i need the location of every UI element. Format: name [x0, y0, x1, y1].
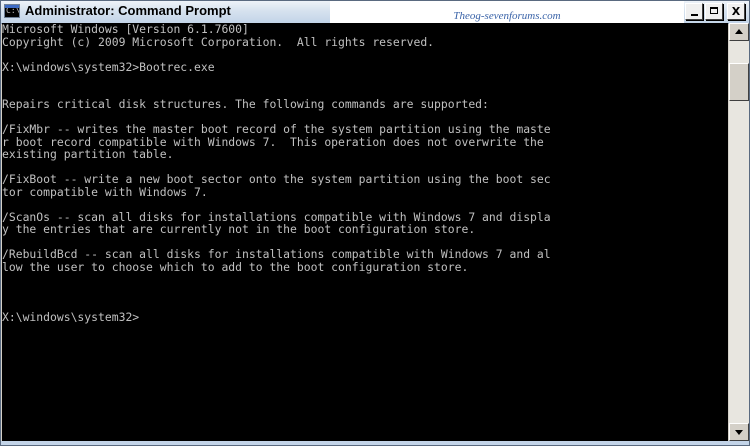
console-line: y the entries that are currently not in … — [2, 222, 476, 236]
scroll-up-button[interactable] — [729, 23, 749, 41]
scroll-thumb[interactable] — [729, 63, 749, 101]
console-line: Repairs critical disk structures. The fo… — [2, 97, 489, 111]
close-button[interactable]: X — [727, 3, 745, 20]
title-bar[interactable]: C:\ Administrator: Command Prompt Theog-… — [1, 1, 749, 27]
minimize-button[interactable] — [685, 3, 703, 20]
command-prompt-window: C:\ Administrator: Command Prompt Theog-… — [0, 0, 750, 446]
console-line: Copyright (c) 2009 Microsoft Corporation… — [2, 34, 435, 49]
console-output[interactable]: Microsoft Windows [Version 6.1.7600] Copy… — [2, 23, 728, 441]
vertical-scrollbar[interactable] — [729, 23, 749, 441]
console-line: /RebuildBcd -- scan all disks for instal… — [2, 247, 551, 261]
console-line: X:\windows\system32> — [2, 309, 140, 324]
window-bottom-border — [1, 441, 749, 445]
console-line: Microsoft Windows [Version 6.1.7600] — [2, 23, 249, 36]
console-line: low the user to choose which to add to t… — [2, 259, 469, 274]
console-line: existing partition table. — [2, 147, 174, 161]
scroll-down-button[interactable] — [729, 423, 749, 441]
console-line: /FixBoot -- write a new boot sector onto… — [2, 172, 551, 186]
close-icon: X — [731, 5, 741, 18]
command-prompt-icon[interactable]: C:\ — [4, 4, 20, 18]
console-line: /FixMbr -- writes the master boot record… — [2, 122, 551, 136]
console-line: X:\windows\system32>Bootrec.exe — [2, 59, 215, 74]
console-line: tor compatible with Windows 7. — [2, 184, 208, 199]
watermark-text: Theog-sevenforums.com — [453, 10, 561, 22]
window-title: Administrator: Command Prompt — [25, 3, 231, 18]
maximize-button[interactable] — [705, 3, 723, 20]
console-text: Microsoft Windows [Version 6.1.7600] Copy… — [2, 23, 728, 323]
